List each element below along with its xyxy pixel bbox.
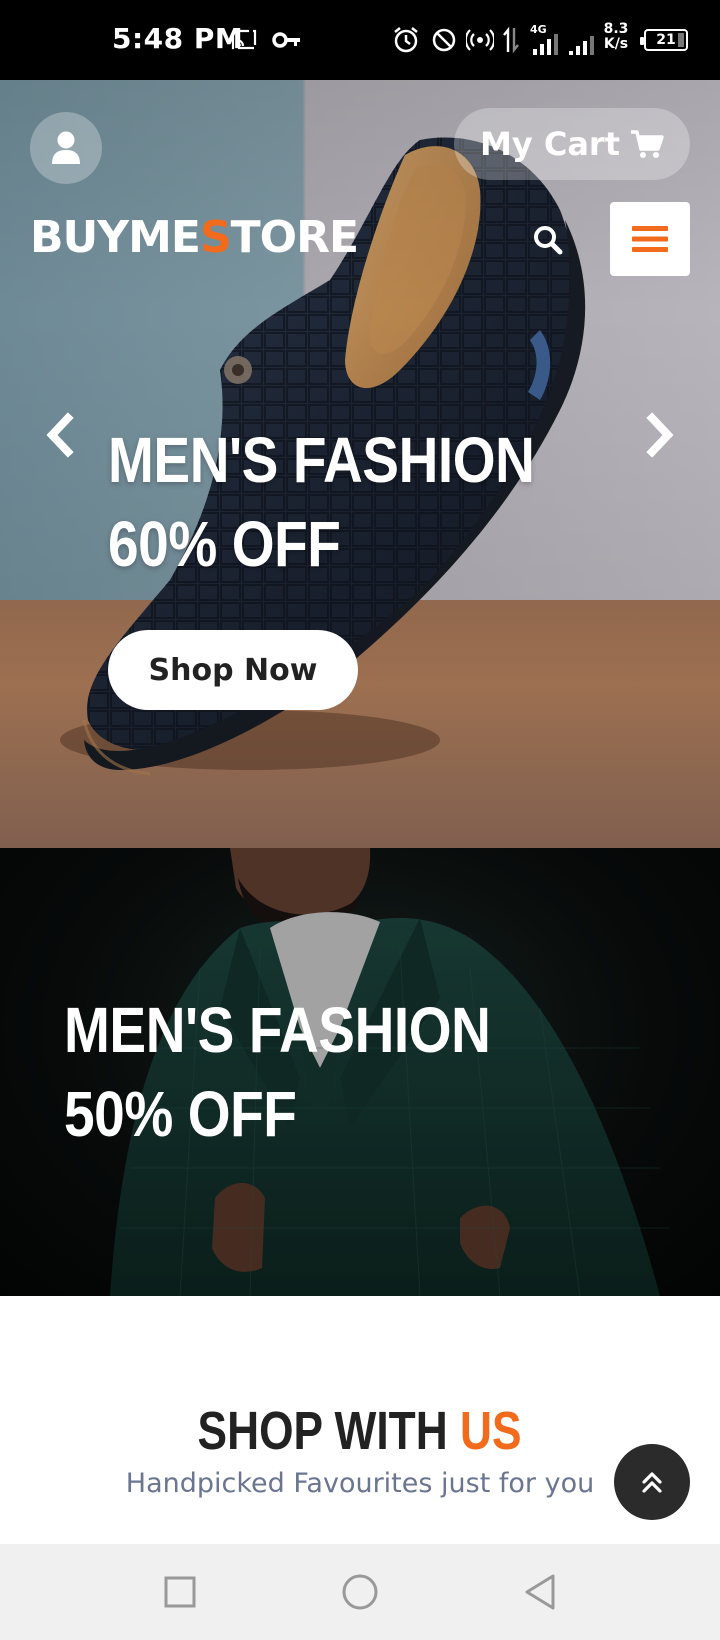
do-not-disturb-icon: [430, 24, 458, 56]
section-subtitle: Handpicked Favourites just for you: [125, 1468, 595, 1499]
key-icon: [272, 24, 302, 56]
menu-button[interactable]: [610, 202, 690, 276]
logo-part2: TORE: [230, 212, 359, 263]
hero-line-2: 60% OFF: [108, 508, 341, 580]
section-title-accent: US: [460, 1401, 522, 1461]
logo-accent: S: [199, 212, 232, 263]
section-title-main: SHOP WITH: [198, 1401, 461, 1461]
hero-line-1: MEN'S FASHION: [108, 424, 535, 496]
promo-line-2: 50% OFF: [64, 1078, 297, 1150]
battery-icon: 21: [640, 24, 690, 56]
hotspot-icon: [466, 24, 494, 56]
promo-line-1: MEN'S FASHION: [64, 994, 491, 1066]
back-icon: [525, 1574, 555, 1610]
data-transfer-icon: [502, 24, 520, 56]
cart-label: My Cart: [480, 125, 620, 163]
signal-icon: [530, 28, 564, 60]
battery-level: 21: [656, 32, 676, 48]
my-cart-button[interactable]: My Cart: [454, 108, 690, 180]
hero-slider[interactable]: My Cart BUYMESTORE MEN'S FASHION 60% OFF…: [0, 80, 720, 848]
account-button[interactable]: [30, 112, 102, 184]
section-title: SHOP WITH US: [0, 1400, 720, 1462]
promo-headline: MEN'S FASHION 50% OFF: [64, 988, 491, 1156]
alarm-icon: [392, 24, 420, 56]
chevron-left-icon: [46, 412, 74, 458]
network-speed: 8.3 K/s: [600, 22, 632, 52]
cart-icon: [631, 130, 664, 158]
recent-apps-button[interactable]: [156, 1568, 204, 1616]
hamburger-icon: [632, 226, 668, 252]
promo-banner[interactable]: MEN'S FASHION 50% OFF: [0, 848, 720, 1296]
double-chevron-up-icon: [642, 1472, 662, 1493]
back-button[interactable]: [516, 1568, 564, 1616]
signal-icon-2: [566, 28, 598, 60]
screencast-icon: [230, 24, 258, 56]
store-logo[interactable]: BUYMESTORE: [30, 212, 359, 263]
search-icon: [534, 226, 563, 255]
scroll-to-top-button[interactable]: [614, 1444, 690, 1520]
logo-part1: BUYME: [30, 212, 201, 263]
status-bar: 5:48 PM 4G 8.3 K/s 21: [0, 0, 720, 80]
system-nav-bar: [0, 1544, 720, 1640]
user-icon: [52, 131, 80, 164]
status-time: 5:48 PM: [112, 22, 244, 55]
hero-headline: MEN'S FASHION 60% OFF: [108, 418, 535, 586]
slider-prev-button[interactable]: [40, 410, 80, 460]
home-button[interactable]: [336, 1568, 384, 1616]
recent-apps-icon: [164, 1576, 196, 1608]
home-icon: [342, 1574, 378, 1610]
shop-now-button[interactable]: Shop Now: [108, 630, 358, 710]
speed-value: 8.3: [603, 21, 629, 37]
slider-next-button[interactable]: [640, 410, 680, 460]
search-button[interactable]: [528, 216, 568, 264]
shop-with-us-section: SHOP WITH US Handpicked Favourites just …: [0, 1296, 720, 1544]
chevron-right-icon: [646, 412, 674, 458]
speed-unit: K/s: [603, 36, 629, 52]
